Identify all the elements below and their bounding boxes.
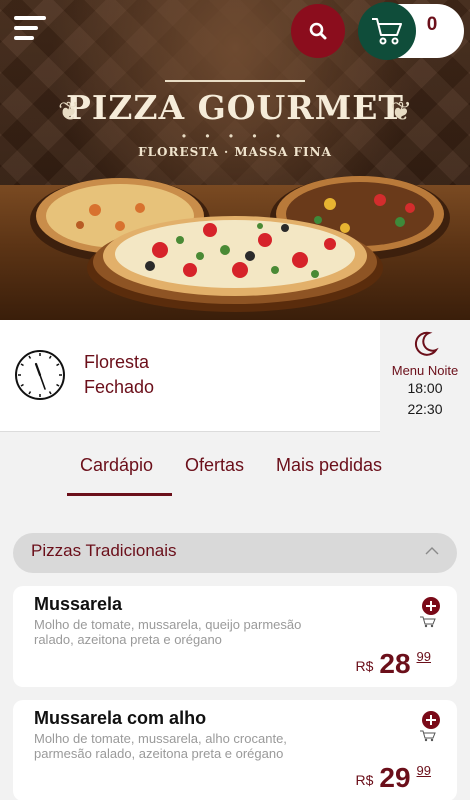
category-header-pizzas-tradicionais[interactable]: Pizzas Tradicionais: [13, 533, 457, 573]
clock-icon: [15, 350, 65, 400]
price-integer: 29: [379, 762, 411, 793]
active-tab-indicator: [67, 493, 172, 496]
logo-rule: [165, 80, 305, 82]
chevron-up-icon: [425, 547, 439, 555]
item-price: R$ 29 99: [355, 762, 431, 794]
pizza-photo: [30, 176, 450, 312]
store-status-panel: Floresta Fechado Menu Noite 18:00 22:30: [0, 320, 470, 432]
menu-item-card[interactable]: Mussarela Molho de tomate, mussarela, qu…: [13, 586, 457, 687]
price-cents: 99: [416, 763, 431, 778]
hamburger-menu-icon[interactable]: [14, 16, 46, 44]
menu-tabs: Cardápio Ofertas Mais pedidas: [0, 455, 470, 499]
add-to-cart-icon[interactable]: [419, 596, 441, 628]
item-price: R$ 28 99: [355, 648, 431, 680]
tab-cardapio[interactable]: Cardápio: [80, 455, 153, 476]
menu-item-card[interactable]: Mussarela com alho Molho de tomate, muss…: [13, 700, 457, 800]
item-name: Mussarela: [34, 594, 123, 614]
search-icon: [309, 22, 327, 40]
hero-banner: ❦ PIZZA GOURMET ❦ • • • • • FLORESTA · M…: [0, 0, 470, 320]
restaurant-logo: ❦ PIZZA GOURMET ❦ • • • • • FLORESTA · M…: [0, 80, 470, 159]
category-label: Pizzas Tradicionais: [31, 541, 177, 560]
price-cents: 99: [416, 649, 431, 664]
store-location: Floresta: [84, 352, 150, 372]
logo-dots: • • • • •: [181, 129, 289, 143]
status-text: Floresta Fechado: [84, 350, 154, 400]
cart-count: 0: [426, 14, 438, 35]
item-description: Molho de tomate, mussarela, alho crocant…: [34, 731, 287, 761]
moon-icon: [414, 331, 439, 356]
item-description: Molho de tomate, mussarela, queijo parme…: [34, 617, 302, 647]
item-name: Mussarela com alho: [34, 708, 207, 728]
logo-flourish-right-icon: ❦: [390, 96, 412, 126]
tab-ofertas[interactable]: Ofertas: [185, 455, 244, 476]
price-integer: 28: [379, 648, 411, 679]
price-currency: R$: [355, 772, 374, 788]
night-menu-label: Menu Noite: [391, 363, 459, 378]
search-button[interactable]: [291, 4, 345, 58]
cart-button[interactable]: [358, 2, 416, 60]
price-currency: R$: [355, 658, 374, 674]
logo-flourish-left-icon: ❦: [58, 96, 80, 126]
shopping-cart-icon: [372, 18, 402, 45]
night-menu-close-time: 22:30: [407, 401, 443, 417]
logo-subtitle: FLORESTA · MASSA FINA: [138, 145, 332, 159]
add-to-cart-icon[interactable]: [419, 710, 441, 742]
night-menu-hours: Menu Noite 18:00 22:30: [380, 320, 470, 432]
night-menu-open-time: 18:00: [407, 380, 443, 396]
store-open-state: Fechado: [84, 377, 155, 397]
tab-mais-pedidas[interactable]: Mais pedidas: [276, 455, 382, 476]
